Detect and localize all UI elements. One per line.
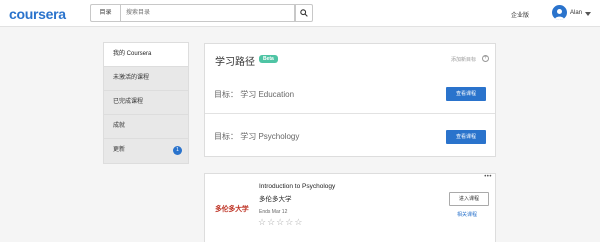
course-end-date: Ends Mar 12 — [259, 209, 288, 215]
goal-label: 目标： 学习 Psychology — [214, 132, 300, 141]
top-header: coursera 目录 企业版 Alan — [0, 0, 600, 27]
related-courses-link[interactable]: 相关课程 — [457, 211, 477, 218]
sidebar-item-my-coursera[interactable]: 我的 Coursera — [104, 43, 188, 67]
sidebar-item-label: 更新 — [113, 147, 126, 153]
beta-badge: Beta — [259, 55, 278, 63]
star-icon[interactable]: ☆ — [285, 217, 294, 227]
enterprise-link[interactable]: 企业版 — [511, 10, 529, 19]
coursera-logo[interactable]: coursera — [9, 6, 66, 22]
more-options-icon[interactable]: ••• — [484, 174, 492, 180]
view-courses-button[interactable]: 查看课程 — [446, 130, 486, 144]
sidebar-item-label: 已完成课程 — [113, 99, 144, 105]
star-icon[interactable]: ☆ — [267, 217, 276, 227]
sidebar-item-label: 我的 Coursera — [113, 51, 152, 57]
star-icon[interactable]: ☆ — [276, 217, 285, 227]
username[interactable]: Alan — [570, 10, 582, 16]
catalog-button[interactable]: 目录 — [90, 4, 120, 22]
search-input[interactable] — [120, 4, 295, 22]
star-icon[interactable]: ☆ — [294, 217, 303, 227]
notification-badge: 1 — [173, 146, 182, 155]
goal-row: 目标： 学习 Education 查看课程 — [205, 74, 495, 114]
sidebar-item-label: 成就 — [113, 123, 126, 129]
sidebar-item-accomplishments[interactable]: 成就 — [104, 115, 188, 139]
course-title[interactable]: Introduction to Psychology — [259, 183, 335, 190]
sidebar-item-completed-courses[interactable]: 已完成课程 — [104, 91, 188, 115]
enter-course-button[interactable]: 进入课程 — [449, 192, 489, 206]
search-button[interactable] — [295, 4, 313, 22]
panel-title: 学习路径 — [215, 57, 255, 68]
goal-label: 目标： 学习 Education — [214, 90, 295, 99]
search-icon — [300, 9, 308, 17]
avatar[interactable] — [552, 5, 567, 20]
university-logo: 多伦多大学 — [215, 206, 249, 213]
chevron-down-icon[interactable] — [585, 12, 591, 16]
star-icon[interactable]: ☆ — [258, 217, 267, 227]
sidebar-nav: 我的 Coursera 未激活的课程 已完成课程 成就 更新 1 — [103, 42, 189, 164]
learning-paths-panel: 学习路径 Beta 添加新目标 + 目标： 学习 Education 查看课程 … — [204, 43, 496, 157]
course-university: 多伦多大学 — [259, 196, 292, 203]
sidebar-item-inactive-courses[interactable]: 未激活的课程 — [104, 67, 188, 91]
goal-row: 目标： 学习 Psychology 查看课程 — [205, 116, 495, 156]
course-card: ••• 多伦多大学 Introduction to Psychology 多伦多… — [204, 173, 496, 242]
star-rating[interactable]: ☆☆☆☆☆ — [258, 217, 303, 228]
plus-circle-icon[interactable]: + — [482, 55, 489, 62]
user-icon — [554, 9, 565, 20]
sidebar-item-updates[interactable]: 更新 1 — [104, 139, 188, 163]
view-courses-button[interactable]: 查看课程 — [446, 87, 486, 101]
sidebar-item-label: 未激活的课程 — [113, 75, 150, 81]
add-goal-link[interactable]: 添加新目标 — [451, 56, 476, 63]
